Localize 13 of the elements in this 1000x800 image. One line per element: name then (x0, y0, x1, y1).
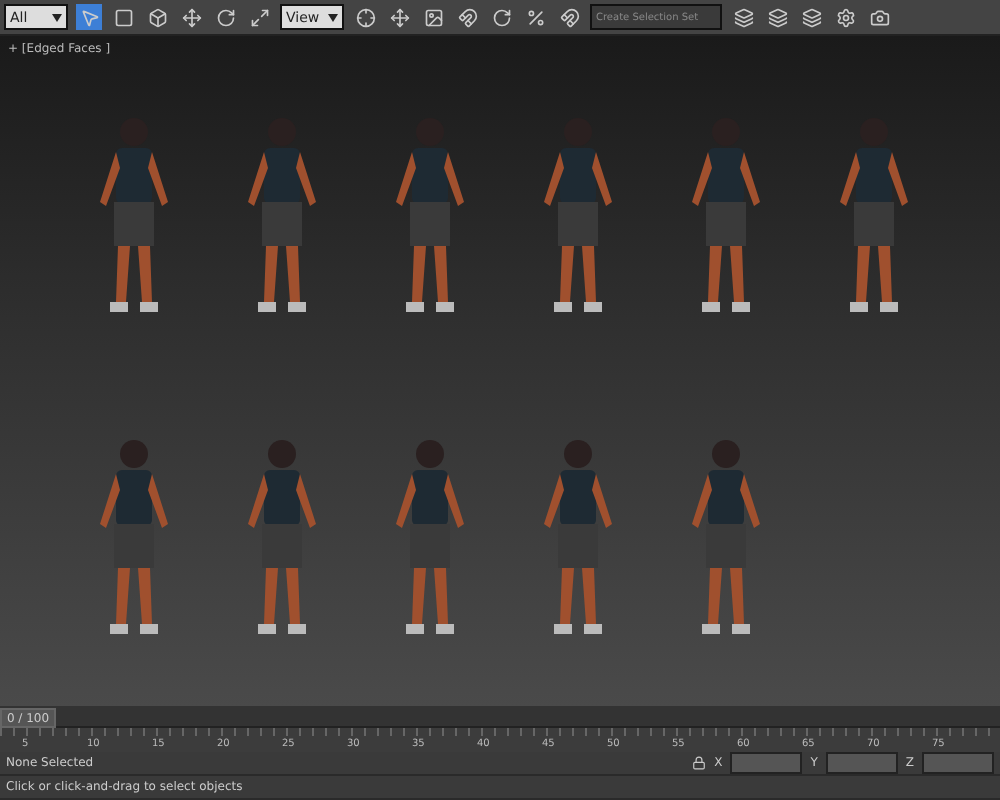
move-icon[interactable] (178, 4, 204, 30)
coordinate-field[interactable] (825, 752, 898, 774)
coordinate-field[interactable] (922, 752, 994, 774)
layer-icon[interactable] (798, 4, 824, 30)
scale-icon[interactable] (246, 4, 272, 30)
caret-icon (328, 13, 338, 21)
caret-icon (52, 13, 62, 21)
select-icon[interactable] (76, 4, 102, 30)
region-select-icon[interactable] (110, 4, 136, 30)
coordinate-field[interactable] (730, 752, 803, 774)
snap-icon[interactable] (454, 4, 480, 30)
rotate-icon[interactable] (212, 4, 238, 30)
lock-icon[interactable] (692, 756, 707, 770)
